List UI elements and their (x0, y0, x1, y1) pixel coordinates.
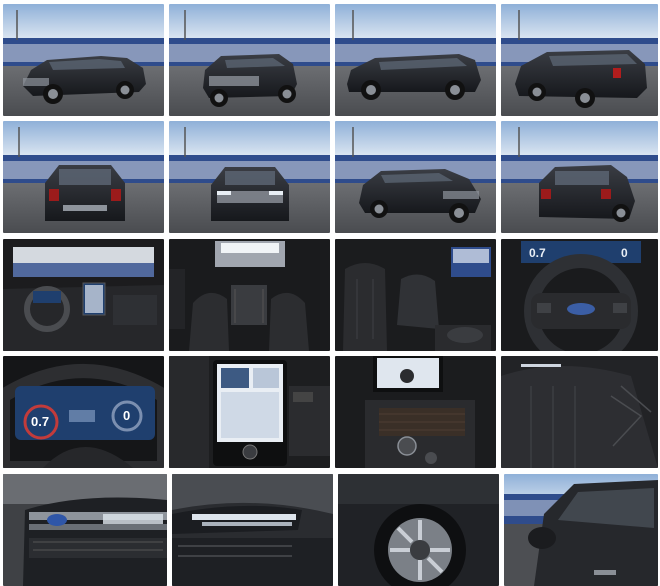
photo-exterior-rear-three-quarter-right[interactable] (501, 121, 658, 233)
photo-exterior-front-three-quarter-high[interactable] (335, 121, 496, 233)
vehicle-photo-gallery: 0.7 0 0.7 0 (0, 0, 660, 586)
cluster-speed-right-small: 0 (621, 246, 628, 260)
photo-exterior-front[interactable] (169, 121, 330, 233)
cluster-speed-left-small: 0.7 (529, 246, 546, 260)
photo-interior-front-seats-panoramic-roof[interactable] (169, 239, 330, 351)
photo-detail-headlamp[interactable] (172, 474, 333, 586)
photo-detail-side-mirror[interactable] (504, 474, 658, 586)
photo-interior-center-console[interactable] (335, 356, 496, 468)
photo-interior-rear-seats[interactable] (335, 239, 496, 351)
photo-detail-front-grille[interactable] (3, 474, 167, 586)
cluster-speed-left: 0.7 (31, 414, 49, 429)
photo-interior-seat-stitching-detail[interactable] (501, 356, 658, 468)
photo-interior-digital-cluster[interactable]: 0.7 0 (3, 356, 164, 468)
photo-interior-dashboard[interactable] (3, 239, 164, 351)
photo-detail-wheel[interactable] (338, 474, 499, 586)
photo-exterior-side-profile[interactable] (335, 4, 496, 116)
photo-exterior-rear[interactable] (3, 121, 164, 233)
photo-exterior-rear-three-quarter[interactable] (501, 4, 658, 116)
photo-interior-steering-wheel-cluster[interactable]: 0.7 0 (501, 239, 658, 351)
photo-interior-center-touchscreen[interactable] (169, 356, 330, 468)
cluster-speed-right: 0 (123, 408, 130, 423)
photo-exterior-front-three-quarter-left[interactable] (3, 4, 164, 116)
photo-exterior-front-three-quarter-right[interactable] (169, 4, 330, 116)
